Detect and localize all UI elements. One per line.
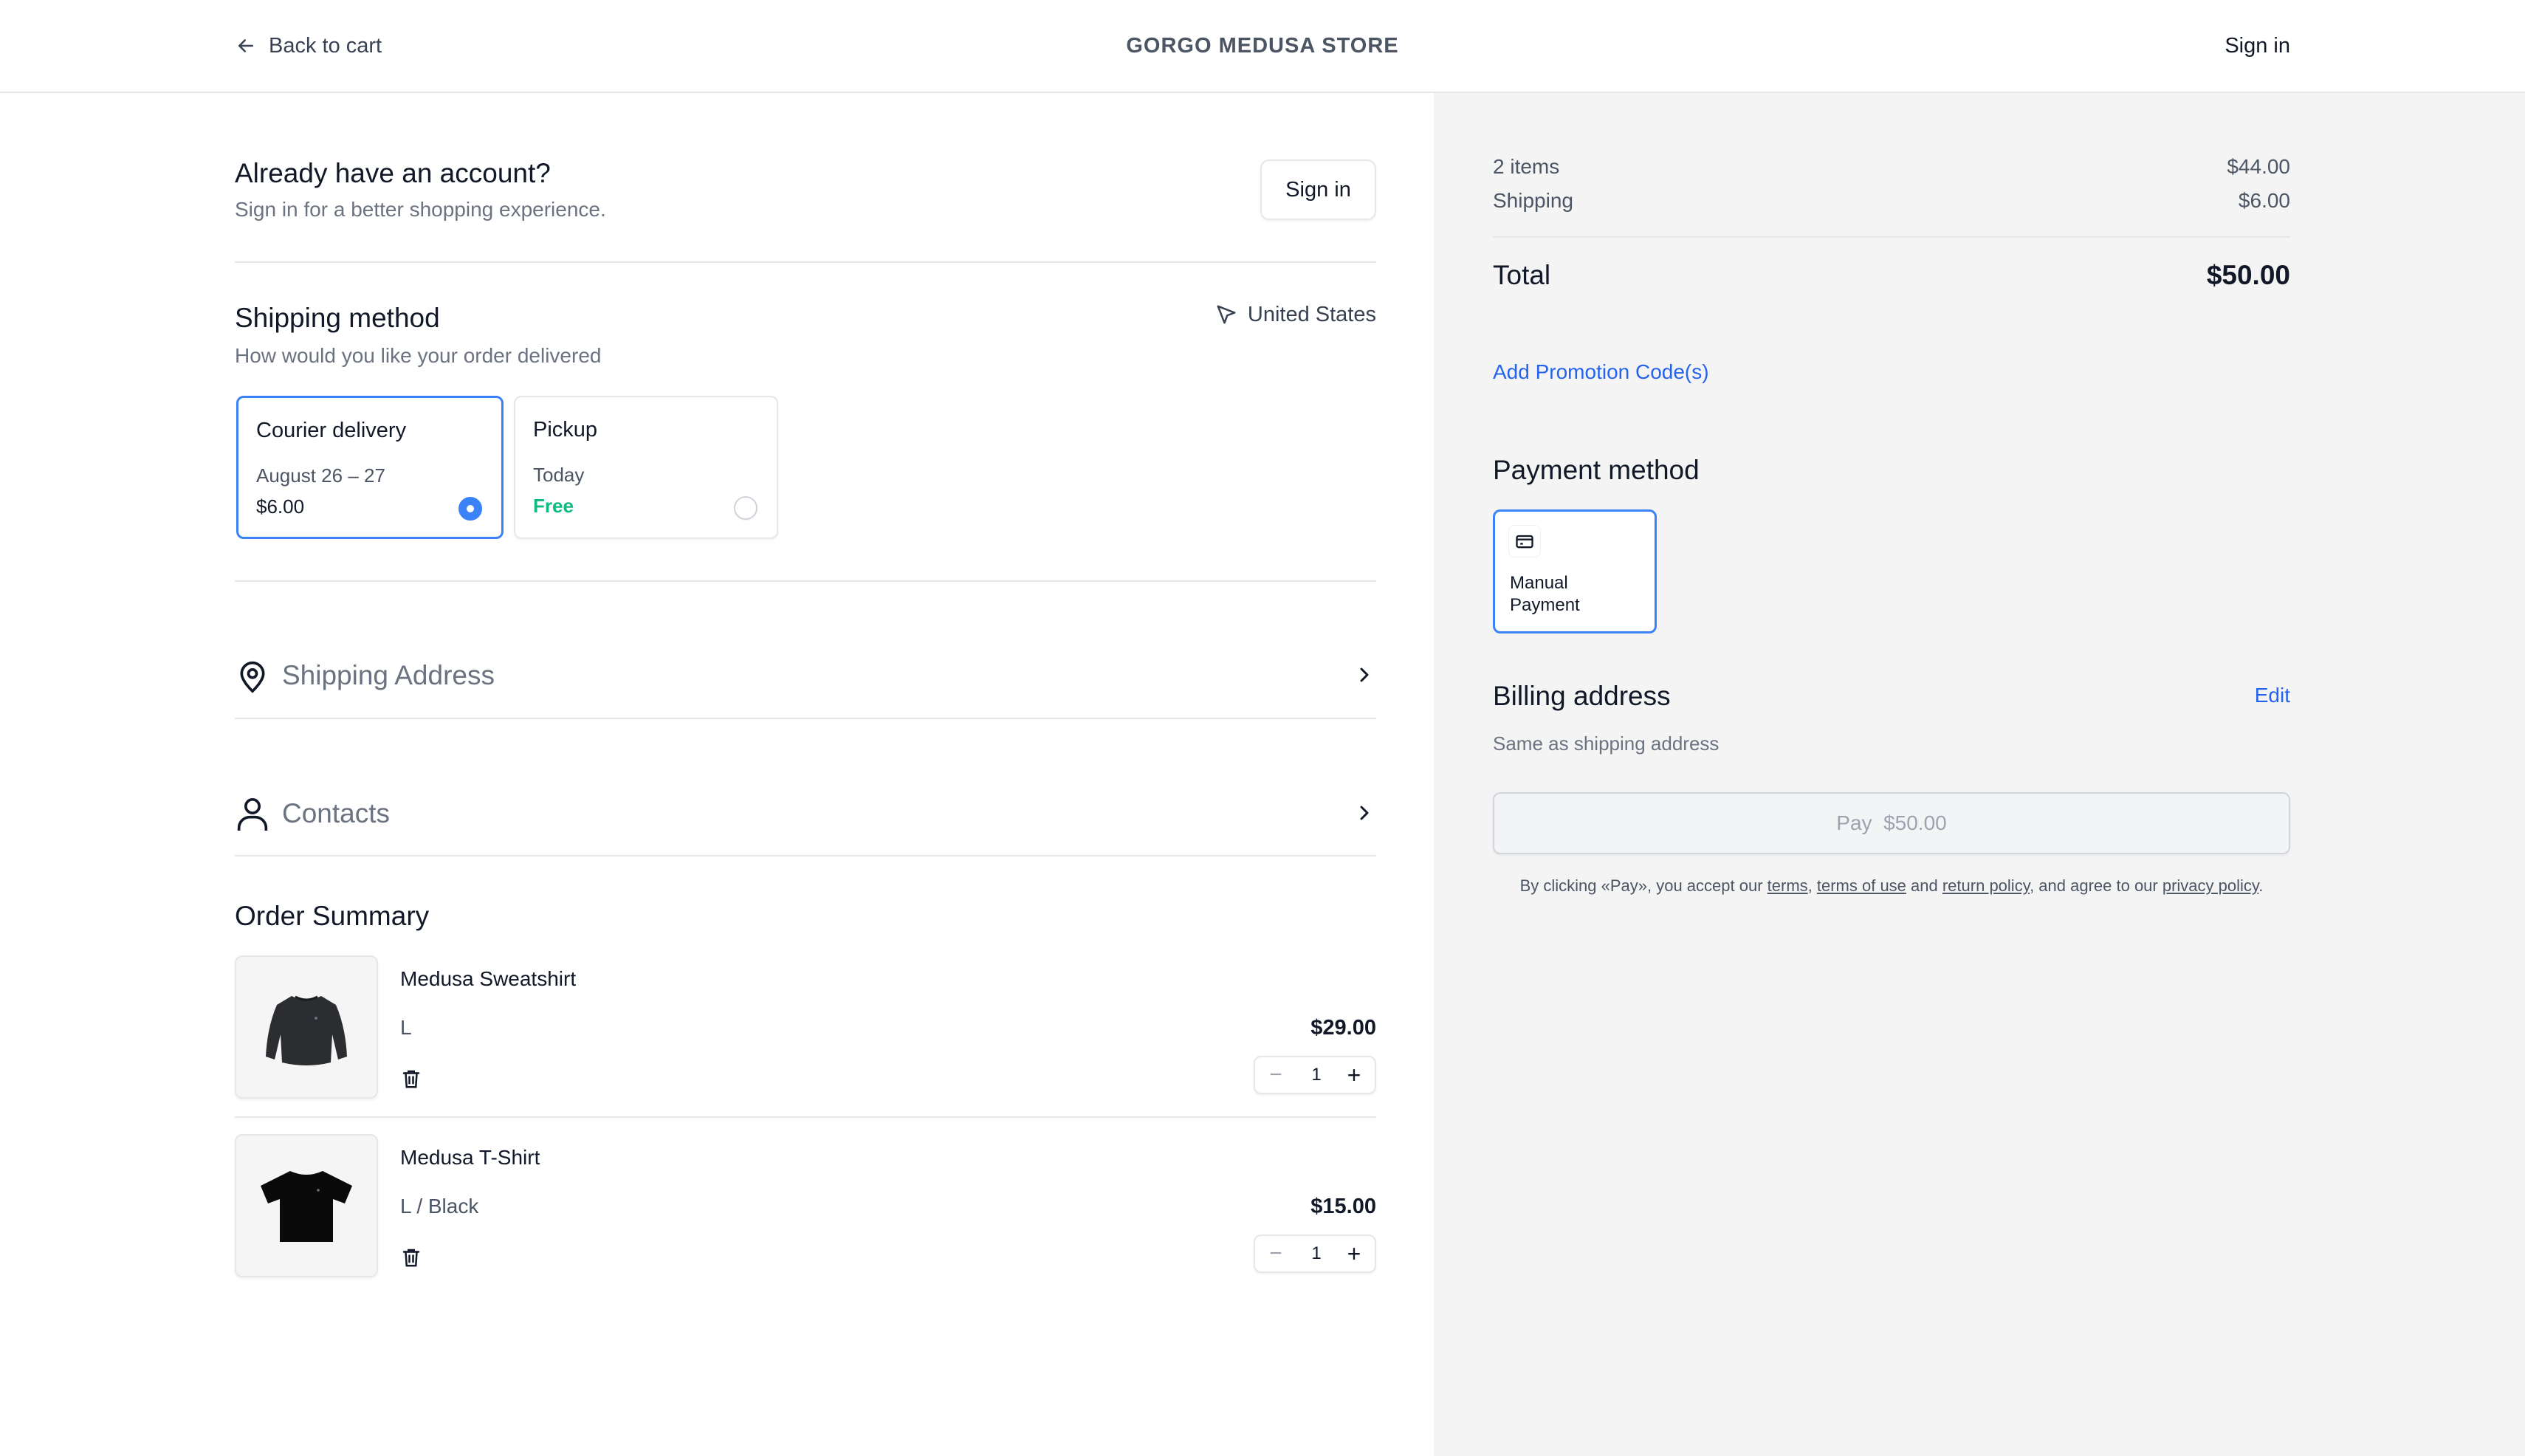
product-thumbnail[interactable] xyxy=(235,955,378,1099)
decrease-quantity-button[interactable]: − xyxy=(1255,1236,1296,1271)
divider xyxy=(235,261,1376,263)
contacts-section[interactable]: Contacts xyxy=(235,745,1376,882)
option-price: Free xyxy=(533,495,574,517)
payment-option-manual[interactable]: Manual Payment xyxy=(1493,509,1657,633)
add-promotion-code-link[interactable]: Add Promotion Code(s) xyxy=(1493,360,1709,384)
option-price: $6.00 xyxy=(256,495,305,518)
payment-method-line1: Manual xyxy=(1510,573,1568,593)
shipping-address-label: Shipping Address xyxy=(282,660,495,690)
item-price: $15.00 xyxy=(1310,1195,1376,1218)
user-icon xyxy=(237,798,268,831)
trash-icon[interactable] xyxy=(400,1068,422,1090)
quantity-value: 1 xyxy=(1311,1243,1322,1263)
item-name[interactable]: Medusa Sweatshirt xyxy=(400,967,576,991)
total-value: $50.00 xyxy=(2206,260,2290,290)
option-date: Today xyxy=(533,464,585,486)
shipping-value: $6.00 xyxy=(2238,189,2290,212)
divider xyxy=(1493,236,2290,238)
billing-address-subtitle: Same as shipping address xyxy=(1493,732,1720,755)
legal-text: . xyxy=(2258,876,2264,895)
country-selector[interactable]: United States xyxy=(1215,300,1376,329)
pay-label: Pay xyxy=(1836,811,1872,834)
summary-panel xyxy=(1434,93,2525,1456)
items-label: 2 items xyxy=(1493,155,1560,178)
divider xyxy=(235,718,1376,719)
legal-text: , and agree to our xyxy=(2030,876,2162,895)
increase-quantity-button[interactable]: + xyxy=(1333,1057,1375,1093)
payment-method-label: Manual Payment xyxy=(1510,572,1580,617)
quantity-stepper: − 1 + xyxy=(1254,1234,1376,1273)
legal-text: By clicking «Pay», you accept our xyxy=(1519,876,1768,895)
quantity-value: 1 xyxy=(1311,1065,1322,1085)
shipping-option-pickup[interactable]: Pickup Today Free xyxy=(514,396,778,539)
shipping-method-title: Shipping method xyxy=(235,303,440,333)
country-label: United States xyxy=(1247,302,1376,326)
item-variant: L xyxy=(400,1016,412,1039)
legal-text: , xyxy=(1807,876,1817,895)
shipping-cost-row: Shipping $6.00 xyxy=(1493,189,2290,213)
map-pin-icon xyxy=(240,661,265,693)
payment-method-title: Payment method xyxy=(1493,455,1700,485)
decrease-quantity-button[interactable]: − xyxy=(1255,1057,1296,1093)
signin-button[interactable]: Sign in xyxy=(1260,159,1376,220)
legal-text: and xyxy=(1906,876,1942,895)
billing-edit-link[interactable]: Edit xyxy=(2255,684,2290,707)
total-row: Total $50.00 xyxy=(1493,260,2290,291)
radio-unselected[interactable] xyxy=(734,496,758,520)
payment-method-line2: Payment xyxy=(1510,595,1580,615)
quantity-stepper: − 1 + xyxy=(1254,1056,1376,1094)
option-name: Courier delivery xyxy=(256,419,407,442)
privacy-policy-link[interactable]: privacy policy xyxy=(2162,876,2258,895)
shipping-address-section[interactable]: Shipping Address xyxy=(235,607,1376,744)
return-policy-link[interactable]: return policy xyxy=(1942,876,2030,895)
legal-notice: By clicking «Pay», you accept our terms,… xyxy=(1493,871,2290,901)
item-price: $29.00 xyxy=(1310,1016,1376,1040)
contacts-label: Contacts xyxy=(282,798,391,828)
shipping-label: Shipping xyxy=(1493,189,1573,212)
sweatshirt-image xyxy=(266,995,347,1065)
pay-amount: $50.00 xyxy=(1883,811,1947,834)
terms-link[interactable]: terms xyxy=(1768,876,1808,895)
header-signin-link[interactable]: Sign in xyxy=(2225,30,2290,62)
top-header: Back to cart GORGO MEDUSA STORE Sign in xyxy=(0,0,2525,93)
radio-selected[interactable] xyxy=(458,497,482,521)
items-subtotal-row: 2 items $44.00 xyxy=(1493,155,2290,179)
terms-of-use-link[interactable]: terms of use xyxy=(1817,876,1906,895)
order-summary-title: Order Summary xyxy=(235,901,430,931)
item-variant: L / Black xyxy=(400,1195,479,1218)
shipping-method-subtitle: How would you like your order delivered xyxy=(235,344,602,367)
account-subtitle: Sign in for a better shopping experience… xyxy=(235,198,606,221)
cart-item: Medusa T-Shirt L / Black $15.00 − 1 + xyxy=(235,1134,1376,1282)
navigation-arrow-icon xyxy=(1217,305,1236,324)
credit-card-icon xyxy=(1508,525,1541,557)
account-title: Already have an account? xyxy=(235,158,551,188)
items-value: $44.00 xyxy=(2227,155,2290,178)
chevron-right-icon xyxy=(1360,806,1369,820)
chevron-right-icon xyxy=(1360,667,1369,682)
divider xyxy=(235,580,1376,582)
divider xyxy=(235,1116,1376,1118)
tshirt-image xyxy=(261,1171,352,1242)
store-name[interactable]: GORGO MEDUSA STORE xyxy=(0,30,2525,62)
increase-quantity-button[interactable]: + xyxy=(1333,1236,1375,1271)
trash-icon[interactable] xyxy=(400,1246,422,1268)
option-date: August 26 – 27 xyxy=(256,464,385,487)
billing-address-title: Billing address xyxy=(1493,681,1671,711)
cart-item: Medusa Sweatshirt L $29.00 − 1 + xyxy=(235,955,1376,1103)
total-label: Total xyxy=(1493,260,1551,290)
shipping-option-courier[interactable]: Courier delivery August 26 – 27 $6.00 xyxy=(236,396,504,539)
pay-button[interactable]: Pay $50.00 xyxy=(1493,792,2290,854)
divider xyxy=(235,855,1376,856)
option-name: Pickup xyxy=(533,418,598,442)
product-thumbnail[interactable] xyxy=(235,1134,378,1277)
item-name[interactable]: Medusa T-Shirt xyxy=(400,1146,540,1170)
